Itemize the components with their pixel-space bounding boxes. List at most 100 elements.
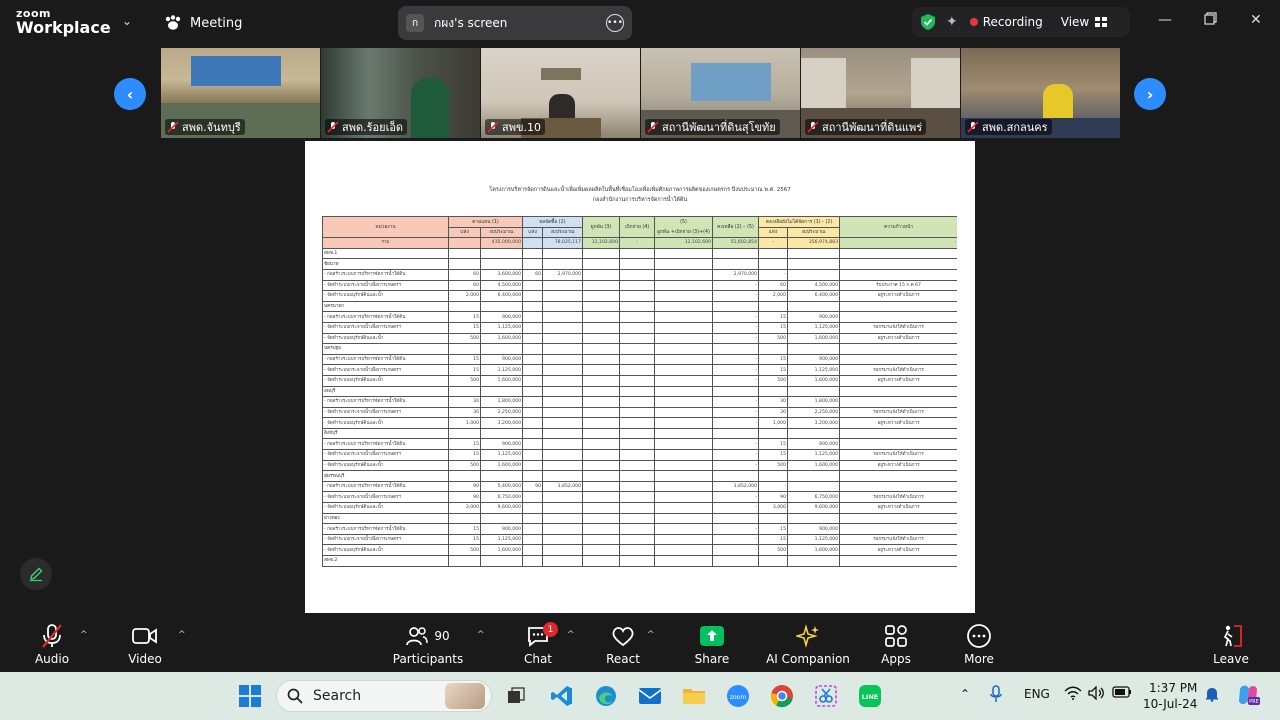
screen-share-indicator[interactable]: ก กผง's screen •••: [398, 6, 632, 40]
next-page-button[interactable]: ›: [1134, 78, 1166, 110]
table-cell-rem: -: [712, 332, 760, 345]
chat-options-caret-icon[interactable]: ^: [567, 630, 575, 640]
table-cell: [787, 300, 841, 313]
close-icon[interactable]: ✕: [1250, 12, 1262, 28]
table-cell: [839, 247, 957, 260]
react-options-caret-icon[interactable]: ^: [647, 630, 655, 640]
battery-icon[interactable]: [1112, 686, 1132, 701]
table-row: - จัดทำระบบอนุรักษ์ดินและน้ำ 500 1,600,000…: [322, 459, 957, 472]
shield-icon[interactable]: [920, 13, 936, 31]
table-cell-nq: 15: [758, 438, 789, 451]
chrome-taskbar-app[interactable]: [766, 680, 798, 712]
table-cell-sum: [654, 438, 714, 451]
participant-video-tile[interactable]: สพด.สกลนคร: [961, 48, 1120, 138]
table-cell-cb: [542, 353, 584, 366]
apps-button[interactable]: Apps: [872, 614, 920, 672]
table-cell-p: รับประกาศ 15 ก.ค.67: [839, 279, 957, 292]
table-cell-cq: [522, 290, 544, 302]
table-cell-label: ลพบุรี: [322, 385, 449, 398]
edge-taskbar-app[interactable]: [590, 680, 622, 712]
table-cell: [619, 343, 656, 355]
task-view-button[interactable]: [500, 680, 532, 712]
table-cell-nq: 60: [758, 279, 789, 292]
participants-button[interactable]: 90 Participants: [391, 614, 465, 672]
ai-companion-button[interactable]: AI Companion: [766, 614, 850, 672]
share-button[interactable]: Share: [688, 614, 736, 672]
table-section-row: สพข.1: [322, 247, 957, 260]
participant-video-tile[interactable]: สพด.ร้อยเอ็ด: [321, 48, 480, 138]
taskbar-search[interactable]: Search: [276, 680, 492, 712]
table-cell-bind: [582, 406, 621, 419]
snipping-tool-taskbar-app[interactable]: [810, 680, 842, 712]
minimize-icon[interactable]: —: [1158, 12, 1172, 28]
input-language-indicator[interactable]: ENG: [1024, 687, 1050, 701]
table-cell-bind: [582, 396, 621, 408]
audio-options-caret-icon[interactable]: ^: [80, 630, 88, 640]
participant-name-tag: สพด.จันทบุรี: [165, 119, 245, 135]
more-options-icon[interactable]: •••: [606, 14, 624, 32]
sparkle-icon[interactable]: ✦: [946, 14, 958, 30]
start-button[interactable]: [234, 680, 266, 712]
react-button[interactable]: React: [599, 614, 647, 672]
table-cell-rem: -: [712, 502, 760, 514]
table-cell: [712, 343, 760, 355]
participant-video-tile[interactable]: สพข.10: [481, 48, 640, 138]
more-button[interactable]: More: [955, 614, 1003, 672]
participant-video-tile[interactable]: สถานีพัฒนาที่ดินแพร่: [801, 48, 960, 138]
leave-button[interactable]: Leave: [1207, 614, 1255, 672]
file-explorer-taskbar-app[interactable]: [678, 680, 710, 712]
table-cell-q: 2,000: [448, 290, 481, 302]
table-cell-nq: 3,000: [758, 502, 789, 514]
notification-bell-icon[interactable]: [1205, 686, 1219, 705]
table-cell-cq: [522, 459, 544, 472]
table-cell: [758, 555, 789, 567]
table-row: - จัดทำระบบอนุรักษ์ดินและน้ำ 2,000 6,400,0…: [322, 290, 957, 302]
recording-indicator[interactable]: Recording: [969, 15, 1043, 29]
table-cell: [522, 470, 544, 482]
table-cell: [479, 300, 524, 313]
annotate-button[interactable]: [20, 558, 52, 590]
video-button[interactable]: Video: [121, 614, 169, 672]
wifi-icon[interactable]: [1064, 686, 1082, 703]
table-cell: [522, 258, 544, 270]
tray-overflow-chevron-icon[interactable]: ⌃: [960, 687, 970, 701]
document-subtitle: กองสำนักงานการบริหารจัดการน้ำใต้ดิน: [592, 197, 688, 203]
search-highlight-image: [445, 683, 485, 709]
table-cell-q: 15: [448, 311, 481, 323]
meeting-status-bar: ✦ Recording View: [912, 7, 1130, 37]
table-cell: [839, 258, 957, 270]
restore-icon[interactable]: [1204, 12, 1217, 29]
video-options-caret-icon[interactable]: ^: [178, 630, 186, 640]
total-cell: [522, 237, 544, 249]
participant-video-tile[interactable]: สพด.จันทบุรี: [161, 48, 320, 138]
system-clock[interactable]: 1:37 PM 10-Jul-24: [1143, 680, 1197, 712]
table-cell-sum: [654, 268, 714, 281]
table-section-row: สิงห์บุรี: [322, 427, 957, 440]
table-cell: [654, 247, 714, 260]
zoom-taskbar-app[interactable]: zoom: [722, 680, 754, 712]
speaker-icon[interactable]: [1088, 685, 1106, 703]
mail-taskbar-app[interactable]: [634, 680, 666, 712]
table-cell-rem: -: [712, 438, 760, 451]
table-cell-rem: -: [712, 523, 760, 535]
participants-options-caret-icon[interactable]: ^: [477, 630, 485, 640]
table-cell-b: 2,250,000: [479, 406, 524, 419]
table-cell: [448, 555, 481, 567]
copilot-icon[interactable]: PRE: [1236, 683, 1260, 710]
table-cell-b: 4,500,000: [479, 279, 524, 292]
meeting-info-button[interactable]: Meeting: [164, 13, 242, 33]
zoom-logo[interactable]: zoom Workplace: [16, 8, 111, 36]
table-cell-q: 15: [448, 523, 481, 535]
audio-button[interactable]: Audio: [28, 614, 76, 672]
participant-video-tile[interactable]: สถานีพัฒนาที่ดินสุโขทัย: [641, 48, 800, 138]
meeting-label: Meeting: [190, 15, 243, 31]
prev-page-button[interactable]: ‹: [114, 78, 146, 110]
line-taskbar-app[interactable]: LINE: [854, 680, 886, 712]
chevron-down-icon[interactable]: ⌄: [122, 14, 132, 28]
table-cell-cb: [542, 332, 584, 345]
tray-mic-icon[interactable]: [990, 685, 1002, 706]
view-button[interactable]: View: [1061, 15, 1108, 29]
vscode-taskbar-app[interactable]: [546, 680, 578, 712]
table-cell-rem: -: [712, 459, 760, 472]
recording-label: Recording: [982, 15, 1043, 29]
